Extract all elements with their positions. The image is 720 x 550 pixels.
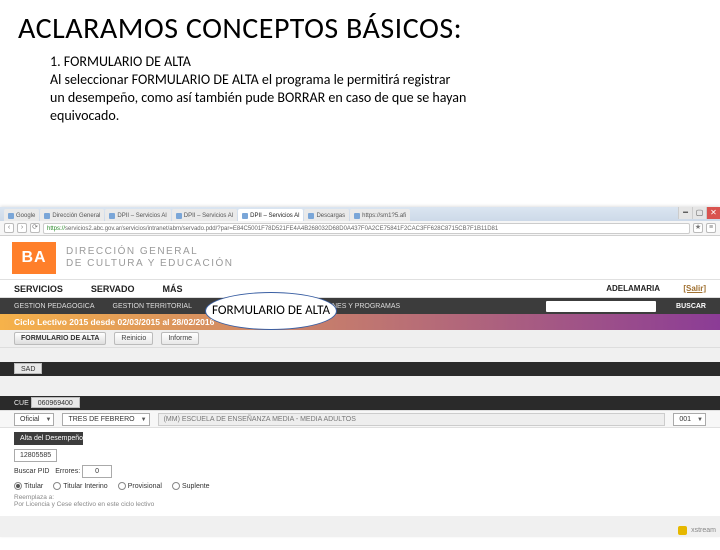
- nav-reload-button[interactable]: ⟳: [30, 223, 40, 233]
- nav-gestion-territorial[interactable]: GESTION TERRITORIAL: [113, 303, 192, 310]
- secondary-nav: GESTION PEDAGOGICA GESTION TERRITORIAL G…: [0, 298, 720, 314]
- window-maximize-button[interactable]: ▢: [692, 207, 706, 219]
- bookmark-button[interactable]: ★: [693, 223, 703, 233]
- school-filter-row: Oficial TRES DE FEBRERO (MM) ESCUELA DE …: [0, 410, 720, 428]
- radio-titular-label: Titular: [24, 483, 43, 490]
- favicon-icon: [242, 213, 248, 219]
- radio-titular-interino-label: Titular Interino: [63, 483, 107, 490]
- url-scheme: https://: [47, 226, 65, 232]
- nav-servado[interactable]: SERVADO: [91, 284, 135, 294]
- slide-p1: Al seleccionar FORMULARIO DE ALTA el pro…: [50, 71, 480, 89]
- distrito-select[interactable]: TRES DE FEBRERO: [62, 413, 149, 426]
- favicon-icon: [176, 213, 182, 219]
- slide-p2: un desempeño, como así también pude BORR…: [50, 89, 480, 125]
- header-line2: DE CULTURA Y EDUCACIÓN: [66, 258, 233, 270]
- buscar-pid-label: Buscar PID: [14, 468, 49, 475]
- browser-tab[interactable]: Descargas: [304, 209, 349, 221]
- slide-body: 1. FORMULARIO DE ALTA Al seleccionar FOR…: [50, 53, 480, 125]
- browser-tab[interactable]: Dirección General: [40, 209, 104, 221]
- menu-button[interactable]: ≡: [706, 223, 716, 233]
- tab-label: Descargas: [316, 213, 345, 219]
- ba-logo: BA: [12, 242, 56, 274]
- tab-label: DPII – Servicios Al: [117, 213, 166, 219]
- footer-bar: xstream: [678, 526, 716, 535]
- header-line1: DIRECCIÓN GENERAL: [66, 246, 233, 258]
- favicon-icon: [354, 213, 360, 219]
- app-badge-icon: [678, 526, 687, 535]
- embedded-screenshot: Google Dirección General DPII – Servicio…: [0, 207, 720, 537]
- radio-suplente-label: Suplente: [182, 483, 210, 490]
- callout-formulario-alta: FORMULARIO DE ALTA: [205, 292, 337, 330]
- favicon-icon: [8, 213, 14, 219]
- nav-gestion-pedagogica[interactable]: GESTION PEDAGOGICA: [14, 303, 95, 310]
- numero-select[interactable]: 001: [673, 413, 706, 426]
- cue-label: CUE: [14, 400, 29, 407]
- tab-label: DPII – Servicios Al: [184, 213, 233, 219]
- radio-titular-interino[interactable]: [53, 482, 61, 490]
- browser-tab[interactable]: DPII – Servicios Al: [172, 209, 237, 221]
- nav-forward-button[interactable]: ›: [17, 223, 27, 233]
- slide-heading: 1. FORMULARIO DE ALTA: [50, 53, 480, 71]
- cue-value: 060969400: [31, 397, 80, 408]
- reemplaza-label: Reemplaza a:: [14, 494, 706, 501]
- tab-label: Dirección General: [52, 213, 100, 219]
- current-user: ADELAMARIA: [606, 284, 660, 293]
- footer-brand: xstream: [691, 527, 716, 534]
- browser-tab-active[interactable]: DPII – Servicios Al: [238, 209, 303, 221]
- errores-label: Errores:: [55, 468, 80, 475]
- browser-tab[interactable]: Google: [4, 209, 39, 221]
- search-input[interactable]: [546, 301, 656, 312]
- sad-label: SAD: [14, 363, 42, 374]
- radio-suplente[interactable]: [172, 482, 180, 490]
- radio-provisional-label: Provisional: [128, 483, 162, 490]
- informe-button[interactable]: Informe: [161, 332, 199, 345]
- reinicio-button[interactable]: Reinicio: [114, 332, 153, 345]
- window-close-button[interactable]: ✕: [706, 207, 720, 219]
- alta-section: Alta del Desempeño 12805585 Buscar PID E…: [0, 428, 720, 516]
- logout-link[interactable]: [Salir]: [683, 284, 706, 293]
- nav-mas[interactable]: MÁS: [163, 284, 183, 294]
- primary-nav: SERVICIOS SERVADO MÁS ADELAMARIA [Salir]: [0, 280, 720, 298]
- window-minimize-button[interactable]: ━: [678, 207, 692, 219]
- errores-input[interactable]: 0: [82, 465, 112, 478]
- window-controls: ━ ▢ ✕: [678, 207, 720, 219]
- formulario-alta-button[interactable]: FORMULARIO DE ALTA: [14, 332, 106, 345]
- nav-back-button[interactable]: ‹: [4, 223, 14, 233]
- tab-label: Google: [16, 213, 35, 219]
- site-header: BA DIRECCIÓN GENERAL DE CULTURA Y EDUCAC…: [0, 236, 720, 280]
- alta-section-title: Alta del Desempeño: [14, 432, 83, 445]
- nav-servicios[interactable]: SERVICIOS: [14, 284, 63, 294]
- sad-row: SAD: [0, 362, 720, 376]
- cycle-banner: Ciclo Lectivo 2015 desde 02/03/2015 al 2…: [0, 314, 720, 330]
- tab-label: DPII – Servicios Al: [250, 213, 299, 219]
- site-header-title: DIRECCIÓN GENERAL DE CULTURA Y EDUCACIÓN: [66, 246, 233, 269]
- address-bar: ‹ › ⟳ https://servicios2.abc.gov.ar/serv…: [0, 221, 720, 236]
- pid-input[interactable]: 12805585: [14, 449, 57, 462]
- url-field[interactable]: https://servicios2.abc.gov.ar/servicios/…: [43, 223, 690, 234]
- tipo-select[interactable]: Oficial: [14, 413, 54, 426]
- toolbar: FORMULARIO DE ALTA Reinicio Informe: [0, 330, 720, 348]
- favicon-icon: [308, 213, 314, 219]
- browser-tab-strip: Google Dirección General DPII – Servicio…: [0, 207, 720, 221]
- radio-titular[interactable]: [14, 482, 22, 490]
- url-text: servicios2.abc.gov.ar/servicios/intranet…: [65, 226, 498, 232]
- motivo-text: Por Licencia y Cese efectivo en este cic…: [14, 501, 706, 508]
- situacion-radios: Titular Titular Interino Provisional Sup…: [14, 482, 706, 490]
- favicon-icon: [44, 213, 50, 219]
- escuela-field[interactable]: (MM) ESCUELA DE ENSEÑANZA MEDIA - MEDIA …: [158, 413, 666, 426]
- radio-provisional[interactable]: [118, 482, 126, 490]
- slide-title: ACLARAMOS CONCEPTOS BÁSICOS:: [18, 10, 702, 47]
- search-button[interactable]: BUSCAR: [676, 303, 706, 310]
- cue-row: CUE 060969400: [0, 396, 720, 410]
- browser-tab[interactable]: DPII – Servicios Al: [105, 209, 170, 221]
- favicon-icon: [109, 213, 115, 219]
- tab-label: https://sm1?5.afi: [362, 213, 406, 219]
- browser-tab[interactable]: https://sm1?5.afi: [350, 209, 410, 221]
